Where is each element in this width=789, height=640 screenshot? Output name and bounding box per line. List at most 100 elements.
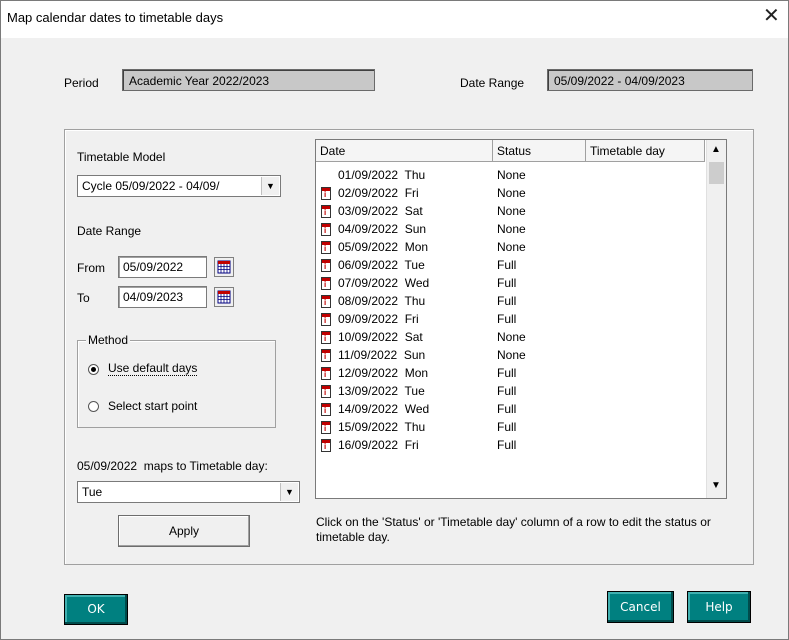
cell-date: 07/09/2022 Wed xyxy=(338,276,430,290)
timetable-model-value: Cycle 05/09/2022 - 04/09/ xyxy=(82,179,220,193)
cell-status[interactable]: Full xyxy=(497,419,516,436)
cell-status[interactable]: None xyxy=(497,185,526,202)
table-row[interactable]: i 14/09/2022 Wed Full xyxy=(316,401,706,418)
table-row[interactable]: i 13/09/2022 Tue Full xyxy=(316,383,706,400)
cell-status[interactable]: None xyxy=(497,239,526,256)
day-record-icon: i xyxy=(321,241,331,254)
select-start-point-label[interactable]: Select start point xyxy=(108,399,197,413)
use-default-days-label[interactable]: Use default days xyxy=(108,361,198,376)
cell-status[interactable]: Full xyxy=(497,257,516,274)
day-record-icon: i xyxy=(321,205,331,218)
cell-status[interactable]: None xyxy=(497,329,526,346)
table-row[interactable]: i 05/09/2022 Mon None xyxy=(316,239,706,256)
table-row[interactable]: i 09/09/2022 Fri Full xyxy=(316,311,706,328)
table-row[interactable]: i 08/09/2022 Thu Full xyxy=(316,293,706,310)
scroll-thumb[interactable] xyxy=(709,162,724,184)
cell-status[interactable]: Full xyxy=(497,383,516,400)
cell-date: 06/09/2022 Tue xyxy=(338,258,425,272)
cell-date: 15/09/2022 Thu xyxy=(338,420,426,434)
calendar-icon xyxy=(217,260,231,274)
table-row[interactable]: i 15/09/2022 Thu Full xyxy=(316,419,706,436)
scroll-down-icon[interactable]: ▼ xyxy=(711,480,721,491)
cell-date: 10/09/2022 Sat xyxy=(338,330,423,344)
cell-date: 01/09/2022 Thu xyxy=(338,168,426,182)
date-range-top-label: Date Range xyxy=(460,76,525,90)
to-calendar-button[interactable] xyxy=(214,287,234,307)
dates-grid[interactable]: Date Status Timetable day 01/09/2022 Thu… xyxy=(315,139,727,499)
date-range-label: Date Range xyxy=(77,224,142,238)
table-row[interactable]: i 03/09/2022 Sat None xyxy=(316,203,706,220)
cell-date: 11/09/2022 Sun xyxy=(338,348,426,362)
timetable-model-label: Timetable Model xyxy=(77,150,166,164)
method-label: Method xyxy=(86,333,131,347)
table-row[interactable]: i 11/09/2022 Sun None xyxy=(316,347,706,364)
day-record-icon: i xyxy=(321,403,331,416)
cell-date: 13/09/2022 Tue xyxy=(338,384,425,398)
cell-date: 14/09/2022 Wed xyxy=(338,402,430,416)
vertical-scrollbar[interactable]: ▲ ▼ xyxy=(706,140,726,498)
table-row[interactable]: i 04/09/2022 Sun None xyxy=(316,221,706,238)
cell-status[interactable]: None xyxy=(497,167,526,184)
ok-button[interactable]: OK xyxy=(64,594,128,625)
day-record-icon: i xyxy=(321,385,331,398)
cell-status[interactable]: Full xyxy=(497,365,516,382)
day-record-icon: i xyxy=(321,313,331,326)
timetable-day-select[interactable]: Tue ▼ xyxy=(77,481,300,503)
cell-status[interactable]: Full xyxy=(497,275,516,292)
to-label: To xyxy=(77,291,90,305)
cell-date: 03/09/2022 Sat xyxy=(338,204,423,218)
cell-status[interactable]: None xyxy=(497,221,526,238)
cancel-button[interactable]: Cancel xyxy=(607,591,674,623)
help-button[interactable]: Help xyxy=(687,591,751,623)
column-header-timetable-day[interactable]: Timetable day xyxy=(586,140,705,162)
day-record-icon: i xyxy=(321,223,331,236)
apply-button[interactable]: Apply xyxy=(118,515,250,547)
cell-date: 12/09/2022 Mon xyxy=(338,366,429,380)
grid-body: 01/09/2022 Thu None i 02/09/2022 Fri None i 03… xyxy=(316,167,706,498)
method-group xyxy=(77,340,276,428)
cell-status[interactable]: Full xyxy=(497,437,516,454)
timetable-day-value: Tue xyxy=(82,485,103,499)
period-field: Academic Year 2022/2023 xyxy=(122,69,375,91)
maps-to-label: 05/09/2022 maps to Timetable day: xyxy=(77,459,268,473)
table-row[interactable]: i 16/09/2022 Fri Full xyxy=(316,437,706,454)
cell-status[interactable]: None xyxy=(497,347,526,364)
from-date-input[interactable]: 05/09/2022 xyxy=(118,256,207,278)
cell-status[interactable]: None xyxy=(497,203,526,220)
day-record-icon: i xyxy=(321,187,331,200)
day-record-icon: i xyxy=(321,421,331,434)
table-row[interactable]: i 02/09/2022 Fri None xyxy=(316,185,706,202)
dropdown-arrow-icon[interactable]: ▼ xyxy=(280,483,298,501)
cell-status[interactable]: Full xyxy=(497,401,516,418)
to-date-input[interactable]: 04/09/2023 xyxy=(118,286,207,308)
timetable-model-select[interactable]: Cycle 05/09/2022 - 04/09/ ▼ xyxy=(77,175,281,197)
from-calendar-button[interactable] xyxy=(214,257,234,277)
day-record-icon: i xyxy=(321,331,331,344)
table-row[interactable]: 01/09/2022 Thu None xyxy=(316,167,706,184)
column-header-date[interactable]: Date xyxy=(316,140,493,162)
table-row[interactable]: i 06/09/2022 Tue Full xyxy=(316,257,706,274)
cell-status[interactable]: Full xyxy=(497,311,516,328)
dropdown-arrow-icon[interactable]: ▼ xyxy=(261,177,279,195)
table-row[interactable]: i 12/09/2022 Mon Full xyxy=(316,365,706,382)
table-row[interactable]: i 10/09/2022 Sat None xyxy=(316,329,706,346)
cell-date: 16/09/2022 Fri xyxy=(338,438,419,452)
select-start-point-radio[interactable] xyxy=(88,401,99,412)
table-row[interactable]: i 07/09/2022 Wed Full xyxy=(316,275,706,292)
cell-date: 02/09/2022 Fri xyxy=(338,186,419,200)
day-record-icon: i xyxy=(321,367,331,380)
cell-status[interactable]: Full xyxy=(497,293,516,310)
day-record-icon: i xyxy=(321,439,331,452)
day-record-icon: i xyxy=(321,349,331,362)
cell-date: 05/09/2022 Mon xyxy=(338,240,429,254)
day-record-icon: i xyxy=(321,295,331,308)
scroll-up-icon[interactable]: ▲ xyxy=(711,144,721,155)
column-header-status[interactable]: Status xyxy=(493,140,586,162)
day-record-icon: i xyxy=(321,277,331,290)
use-default-days-radio[interactable] xyxy=(88,364,99,375)
cell-date: 09/09/2022 Fri xyxy=(338,312,419,326)
close-icon[interactable]: ✕ xyxy=(763,6,780,26)
from-label: From xyxy=(77,261,105,275)
window-title: Map calendar dates to timetable days xyxy=(7,10,224,25)
period-label: Period xyxy=(64,76,99,90)
